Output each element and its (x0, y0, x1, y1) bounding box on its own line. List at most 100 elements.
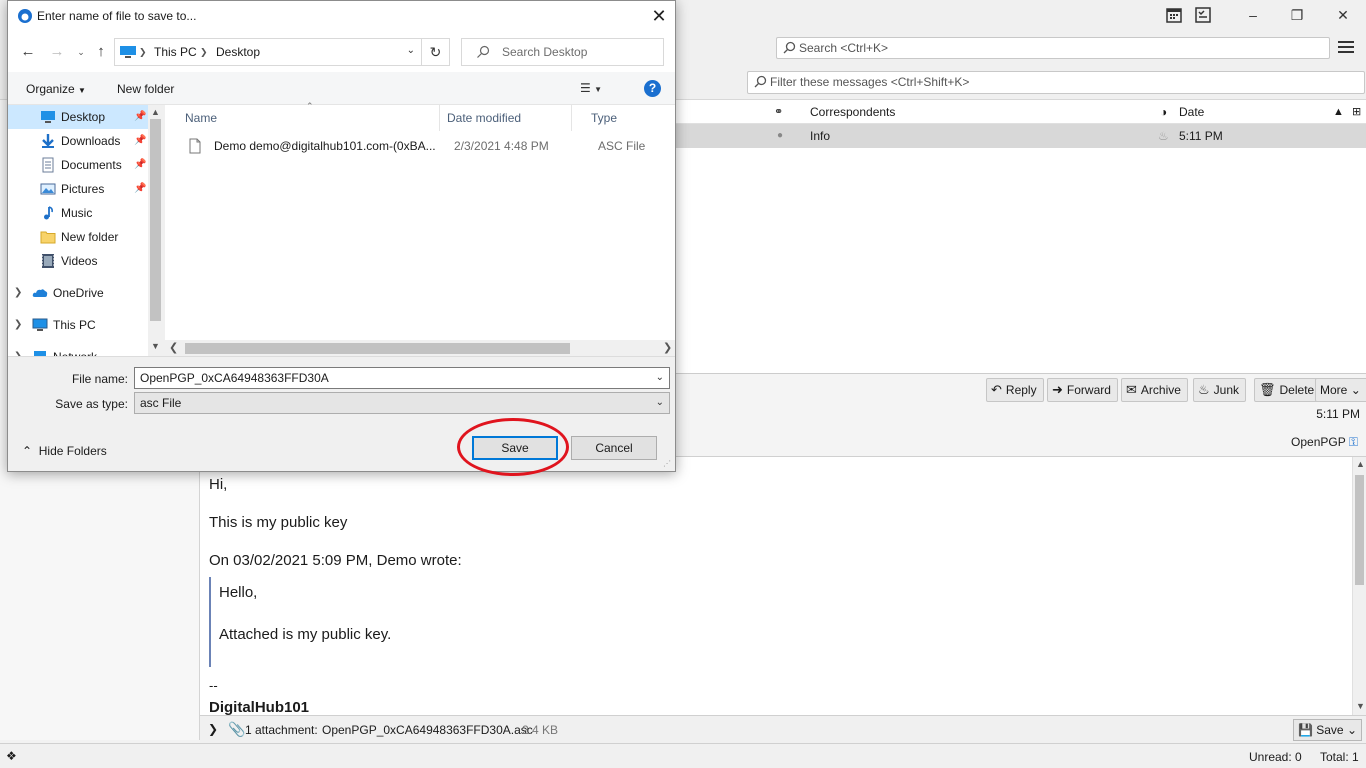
message-body: Hi, This is my public key On 03/02/2021 … (200, 457, 1352, 715)
nav-item-network[interactable]: ❯ Network (8, 345, 148, 356)
save-file-dialog: Enter name of file to save to... ✕ ← → ⌄… (7, 0, 676, 472)
filter-messages-input[interactable]: Filter these messages <Ctrl+Shift+K> (747, 71, 1365, 94)
new-folder-button[interactable]: New folder (117, 82, 174, 96)
chevron-right-icon[interactable]: ❯ (14, 345, 22, 356)
view-options-icon[interactable]: ☰ ▼ (580, 81, 602, 95)
global-search-placeholder: Search <Ctrl+K> (799, 41, 889, 55)
dialog-close-button[interactable]: ✕ (648, 5, 670, 27)
up-icon[interactable]: ↑ (92, 42, 110, 62)
file-list-scrollbar[interactable]: ❮ ❯ (165, 340, 675, 356)
junk-button[interactable]: ♨ Junk (1193, 378, 1247, 402)
attachment-count: 1 attachment: (245, 723, 318, 737)
music-icon (44, 206, 53, 220)
junk-status-icon[interactable]: ♨ (1158, 124, 1169, 148)
junk-column-icon[interactable]: ◑ (1160, 100, 1167, 124)
calendar-icon[interactable] (1165, 6, 1183, 24)
reply-icon: ↶ (991, 382, 1002, 397)
chevron-down-icon[interactable]: ⌄ (656, 393, 664, 413)
search-icon (783, 41, 796, 54)
search-desktop-input[interactable]: Search Desktop (461, 38, 664, 66)
nav-item-this-pc[interactable]: ❯ This PC (8, 313, 148, 337)
resize-grip-icon[interactable]: ⋰ (663, 459, 671, 468)
save-as-type-label: Save as type: (55, 397, 128, 411)
hide-folders-button[interactable]: ⌃ Hide Folders (22, 444, 107, 458)
dialog-titlebar: Enter name of file to save to... ✕ (8, 1, 675, 32)
file-name-input[interactable]: OpenPGP_0xCA64948363FFD30A ⌄ (134, 367, 670, 389)
navigation-scrollbar[interactable]: ▲ ▼ (148, 105, 163, 356)
attachment-size: 2.4 KB (522, 723, 559, 737)
search-icon (754, 75, 767, 88)
read-status-icon[interactable]: ● (777, 124, 783, 148)
more-button[interactable]: More ⌄ (1315, 378, 1366, 402)
chevron-right-icon[interactable]: ❯ (14, 281, 22, 305)
archive-button[interactable]: ✉ Archive (1121, 378, 1188, 402)
close-window-button[interactable]: ✕ (1328, 4, 1358, 26)
chevron-right-icon[interactable]: ❯ (208, 722, 218, 736)
cancel-button[interactable]: Cancel (571, 436, 657, 460)
address-bar[interactable]: ❯ This PC ❯ Desktop ⌄ (114, 38, 422, 66)
file-icon (189, 138, 201, 154)
breadcrumb-this-pc[interactable]: This PC (154, 45, 197, 59)
nav-item-downloads[interactable]: Downloads 📌 (8, 129, 148, 153)
save-icon: 💾 (1297, 723, 1313, 737)
minimize-button[interactable]: – (1238, 4, 1268, 26)
nav-item-onedrive[interactable]: ❯ OneDrive (8, 281, 148, 305)
save-attachment-button[interactable]: 💾 Save ⌄ (1292, 719, 1362, 741)
file-name-label: File name: (71, 372, 128, 386)
column-name[interactable]: Name (165, 105, 440, 131)
column-correspondents[interactable]: Correspondents (810, 100, 895, 124)
pin-icon[interactable]: 📌 (134, 153, 146, 177)
search-icon (477, 45, 490, 58)
openpgp-status[interactable]: OpenPGP ⚿ (1291, 435, 1358, 450)
nav-item-documents[interactable]: Documents 📌 (8, 153, 148, 177)
nav-item-pictures[interactable]: Pictures 📌 (8, 177, 148, 201)
nav-item-videos[interactable]: Videos (8, 249, 148, 273)
message-date: 5:11 PM (1316, 407, 1360, 421)
pin-icon[interactable]: 📌 (134, 177, 146, 201)
chevron-down-icon: ▼ (78, 86, 86, 95)
nav-item-desktop[interactable]: Desktop 📌 (8, 105, 148, 129)
online-status-icon[interactable]: ❖ (6, 749, 17, 763)
help-icon[interactable]: ? (644, 80, 661, 97)
delete-button[interactable]: 🗑 Delete (1254, 378, 1322, 402)
documents-icon (42, 157, 54, 173)
attachment-bar: ❯ 📎 1 attachment: OpenPGP_0xCA64948363FF… (200, 715, 1366, 743)
forward-icon[interactable]: → (48, 42, 66, 62)
breadcrumb-desktop[interactable]: Desktop (216, 45, 260, 59)
global-search-input[interactable]: Search <Ctrl+K> (776, 37, 1330, 59)
column-type[interactable]: Type (571, 105, 675, 131)
organize-button[interactable]: Organize ▼ (26, 82, 86, 96)
save-button[interactable]: Save (472, 436, 558, 460)
chevron-down-icon[interactable]: ⌄ (656, 368, 664, 388)
message-scrollbar[interactable]: ▲ ▼ (1352, 457, 1366, 715)
attachment-filename[interactable]: OpenPGP_0xCA64948363FFD30A.asc (322, 723, 533, 737)
refresh-icon[interactable]: ↻ (422, 38, 450, 66)
nav-item-new-folder[interactable]: New folder (8, 225, 148, 249)
sort-ascending-icon[interactable]: ▲ (1333, 100, 1344, 124)
pin-icon[interactable]: 📌 (134, 105, 146, 129)
pictures-icon (40, 183, 56, 195)
thread-column-icon[interactable]: ⚭ (774, 100, 783, 124)
chevron-down-icon[interactable]: ⌄ (407, 45, 415, 56)
back-icon[interactable]: ← (19, 42, 37, 62)
pin-icon[interactable]: 📌 (134, 129, 146, 153)
this-pc-icon (120, 46, 136, 58)
list-item[interactable]: Demo demo@digitalhub101.com-(0xBA... 2/3… (185, 135, 675, 157)
restore-button[interactable]: ❐ (1282, 4, 1312, 26)
navigation-pane: Desktop 📌 Downloads 📌 Documents 📌 Pictures 📌… (8, 105, 163, 356)
videos-icon (42, 254, 54, 268)
column-picker-icon[interactable]: ⊞ (1352, 100, 1361, 124)
quote-intro: On 03/02/2021 5:09 PM, Demo wrote: (209, 552, 462, 569)
chevron-right-icon[interactable]: ❯ (14, 313, 22, 337)
reply-button[interactable]: ↶ Reply (986, 378, 1044, 402)
tasks-icon[interactable] (1194, 6, 1212, 24)
column-date[interactable]: Date (1179, 100, 1204, 124)
trash-icon: 🗑 (1259, 382, 1276, 397)
save-as-type-select[interactable]: asc File ⌄ (134, 392, 670, 414)
column-date-modified[interactable]: Date modified (427, 105, 572, 131)
app-menu-icon[interactable] (1336, 38, 1356, 58)
file-list[interactable]: ⌃ Name Date modified Type Demo demo@digi… (165, 101, 675, 356)
nav-item-music[interactable]: Music (8, 201, 148, 225)
recent-locations-icon[interactable]: ⌄ (72, 42, 90, 62)
forward-button[interactable]: ➜ Forward (1047, 378, 1118, 402)
